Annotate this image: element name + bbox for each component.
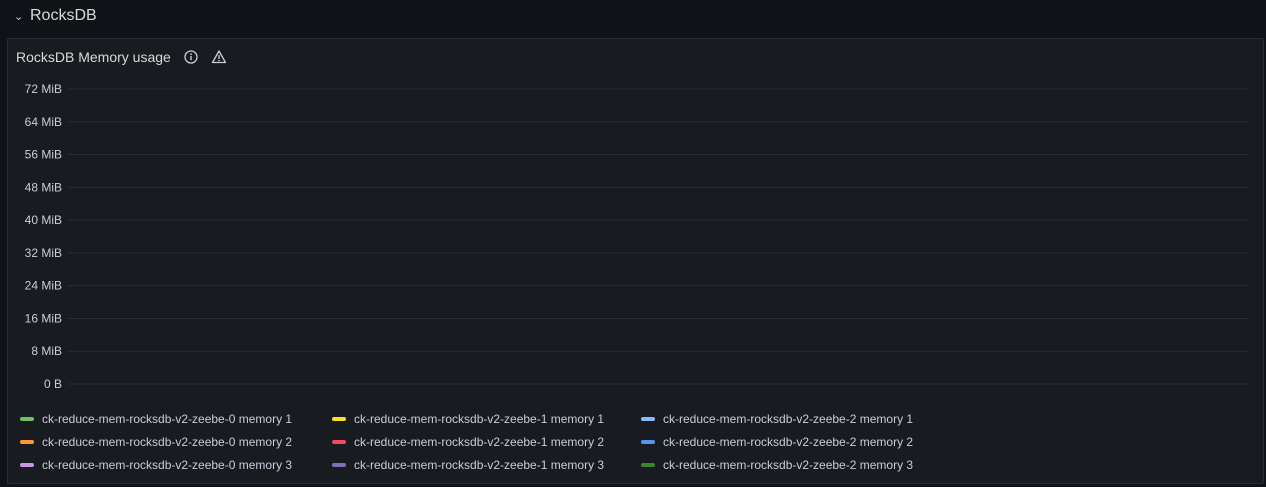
legend-item[interactable]: ck-reduce-mem-rocksdb-v2-zeebe-0 memory … bbox=[20, 457, 332, 473]
y-tick-label: 8 MiB bbox=[31, 344, 62, 358]
y-tick-label: 72 MiB bbox=[25, 82, 62, 96]
legend-item[interactable]: ck-reduce-mem-rocksdb-v2-zeebe-2 memory … bbox=[641, 411, 961, 427]
legend-item[interactable]: ck-reduce-mem-rocksdb-v2-zeebe-0 memory … bbox=[20, 411, 332, 427]
y-tick-label: 48 MiB bbox=[25, 180, 62, 194]
legend-label: ck-reduce-mem-rocksdb-v2-zeebe-2 memory … bbox=[663, 458, 914, 472]
legend-swatch bbox=[20, 440, 34, 444]
y-tick-label: 16 MiB bbox=[25, 311, 62, 325]
plot-area bbox=[68, 89, 1248, 384]
legend-item[interactable]: ck-reduce-mem-rocksdb-v2-zeebe-1 memory … bbox=[332, 457, 641, 473]
legend-item[interactable]: ck-reduce-mem-rocksdb-v2-zeebe-2 memory … bbox=[641, 434, 961, 450]
y-tick-label: 0 B bbox=[44, 377, 62, 391]
legend-swatch bbox=[332, 440, 346, 444]
legend-item[interactable]: ck-reduce-mem-rocksdb-v2-zeebe-2 memory … bbox=[641, 457, 961, 473]
legend-item[interactable]: ck-reduce-mem-rocksdb-v2-zeebe-1 memory … bbox=[332, 434, 641, 450]
legend-label: ck-reduce-mem-rocksdb-v2-zeebe-1 memory … bbox=[354, 458, 605, 472]
legend-label: ck-reduce-mem-rocksdb-v2-zeebe-0 memory … bbox=[42, 435, 293, 449]
legend-item[interactable]: ck-reduce-mem-rocksdb-v2-zeebe-1 memory … bbox=[332, 411, 641, 427]
legend-label: ck-reduce-mem-rocksdb-v2-zeebe-2 memory … bbox=[663, 412, 914, 426]
y-tick-label: 40 MiB bbox=[25, 213, 62, 227]
memory-chart[interactable]: 0 B 8 MiB 16 MiB 24 MiB 32 MiB 40 MiB 48 MiB 56… bbox=[8, 39, 1263, 409]
rocksdb-memory-panel: RocksDB Memory usage 0 B8 MiB 16 MiB 24 Mi… bbox=[7, 38, 1264, 484]
row-title: RocksDB bbox=[30, 7, 97, 24]
legend-swatch bbox=[332, 417, 346, 421]
legend-swatch bbox=[641, 463, 655, 467]
legend-label: ck-reduce-mem-rocksdb-v2-zeebe-0 memory … bbox=[42, 458, 293, 472]
legend-label: ck-reduce-mem-rocksdb-v2-zeebe-1 memory … bbox=[354, 435, 605, 449]
legend-item[interactable]: ck-reduce-mem-rocksdb-v2-zeebe-0 memory … bbox=[20, 434, 332, 450]
legend-label: ck-reduce-mem-rocksdb-v2-zeebe-0 memory … bbox=[42, 412, 293, 426]
y-tick-label: 24 MiB bbox=[25, 279, 62, 293]
legend-swatch bbox=[332, 463, 346, 467]
legend-swatch bbox=[20, 463, 34, 467]
legend-swatch bbox=[641, 417, 655, 421]
chevron-down-icon[interactable]: ⌄ bbox=[14, 10, 24, 23]
row-header-rocksdb[interactable]: ⌄ RocksDB bbox=[14, 3, 97, 29]
y-tick-label: 56 MiB bbox=[25, 148, 62, 162]
y-tick-label: 32 MiB bbox=[25, 246, 62, 260]
y-tick-label: 64 MiB bbox=[25, 115, 62, 129]
legend-swatch bbox=[641, 440, 655, 444]
legend-swatch bbox=[20, 417, 34, 421]
chart-legend: ck-reduce-mem-rocksdb-v2-zeebe-0 memory … bbox=[20, 411, 961, 473]
legend-label: ck-reduce-mem-rocksdb-v2-zeebe-1 memory … bbox=[354, 412, 605, 426]
legend-label: ck-reduce-mem-rocksdb-v2-zeebe-2 memory … bbox=[663, 435, 914, 449]
